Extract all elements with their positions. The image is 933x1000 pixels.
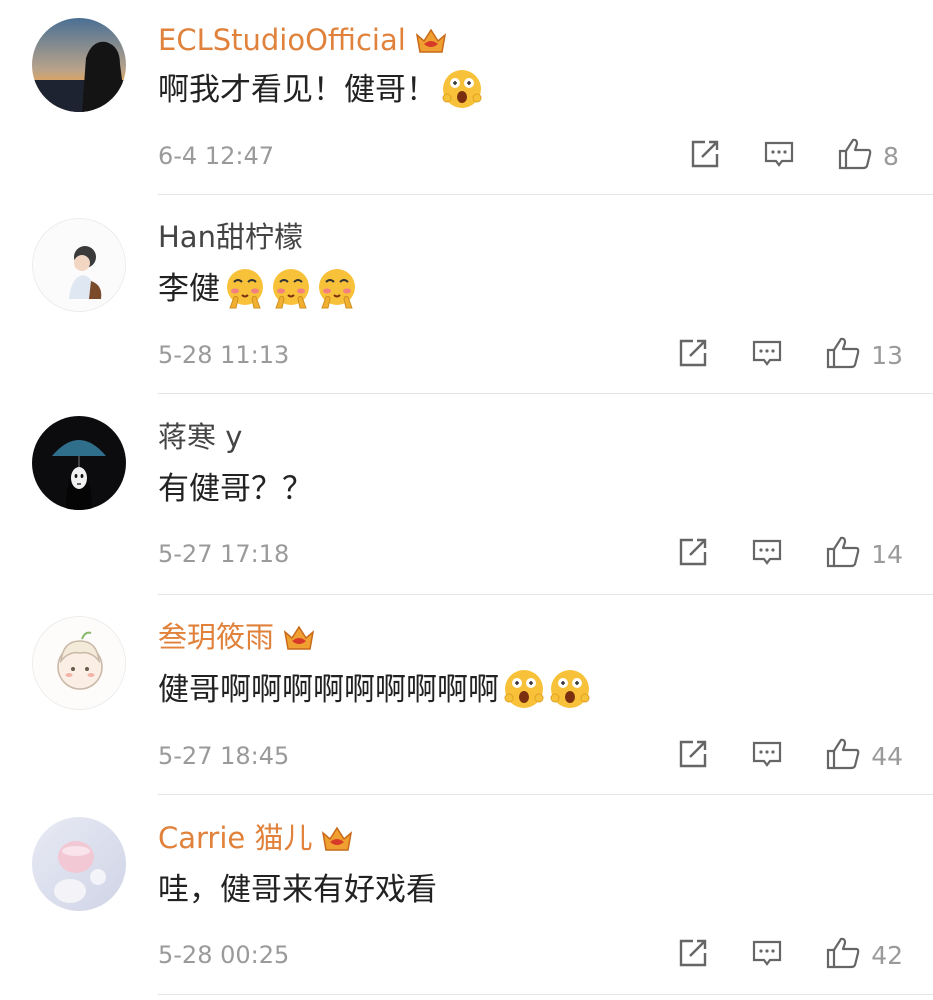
share-icon[interactable] bbox=[677, 337, 709, 373]
comment-actions: 14 bbox=[677, 534, 903, 574]
shy-emoji-icon bbox=[270, 267, 312, 321]
like-icon[interactable] bbox=[837, 137, 873, 175]
comment-content: 有健哥？？ bbox=[158, 467, 313, 511]
like-icon[interactable] bbox=[825, 535, 861, 573]
comment-item: ECLStudioOfficial 啊我才看见！健哥！ 6-4 12:47 8 bbox=[0, 0, 933, 195]
comment-time: 5-27 17:18 bbox=[158, 540, 290, 568]
comment-text: 哇，健哥来有好戏看 bbox=[158, 872, 437, 908]
comment-actions: 44 bbox=[677, 736, 903, 776]
username[interactable]: 叁玥筱雨 bbox=[158, 617, 316, 663]
comment-item: Han甜柠檬 李健 5-28 11:13 13 bbox=[0, 195, 933, 395]
comment-content: 李健 bbox=[158, 267, 358, 321]
like-count: 13 bbox=[871, 340, 903, 370]
comment-text: 有健哥？？ bbox=[158, 471, 313, 507]
username-text[interactable]: Han甜柠檬 bbox=[158, 220, 303, 254]
avatar[interactable] bbox=[32, 817, 126, 911]
comment-item: Carrie 猫儿 哇，健哥来有好戏看 5-28 00:25 42 bbox=[0, 795, 933, 1000]
comment-icon[interactable] bbox=[751, 536, 783, 572]
like-icon[interactable] bbox=[825, 737, 861, 775]
comment-item: 蒋寒 y 有健哥？？ 5-27 17:18 14 bbox=[0, 395, 933, 595]
comment-content: 健哥啊啊啊啊啊啊啊啊啊 bbox=[158, 668, 591, 722]
comment-time: 5-28 00:25 bbox=[158, 941, 290, 969]
share-icon[interactable] bbox=[677, 738, 709, 774]
comment-text: 李健 bbox=[158, 271, 220, 307]
comment-actions: 42 bbox=[677, 935, 903, 975]
like-count: 14 bbox=[871, 539, 903, 569]
comment-icon[interactable] bbox=[751, 738, 783, 774]
username-text[interactable]: ECLStudioOfficial bbox=[158, 23, 406, 57]
divider bbox=[158, 994, 933, 995]
comment-content: 哇，健哥来有好戏看 bbox=[158, 868, 437, 912]
like-count: 42 bbox=[871, 940, 903, 970]
avatar[interactable] bbox=[32, 218, 126, 312]
comment-item: 叁玥筱雨 健哥啊啊啊啊啊啊啊啊啊 5-27 18:45 44 bbox=[0, 595, 933, 795]
comment-icon[interactable] bbox=[751, 337, 783, 373]
comment-icon[interactable] bbox=[763, 138, 795, 174]
vip-crown-icon bbox=[414, 26, 448, 66]
surprised-emoji-icon bbox=[549, 668, 591, 722]
shy-emoji-icon bbox=[316, 267, 358, 321]
shy-emoji-icon bbox=[224, 267, 266, 321]
comment-time: 5-28 11:13 bbox=[158, 341, 290, 369]
comment-time: 5-27 18:45 bbox=[158, 742, 290, 770]
share-icon[interactable] bbox=[677, 536, 709, 572]
share-icon[interactable] bbox=[677, 937, 709, 973]
comment-time: 6-4 12:47 bbox=[158, 142, 274, 170]
vip-crown-icon bbox=[282, 623, 316, 663]
like-icon[interactable] bbox=[825, 336, 861, 374]
vip-crown-icon bbox=[320, 824, 354, 864]
comment-actions: 13 bbox=[677, 335, 903, 375]
comment-content: 啊我才看见！健哥！ bbox=[158, 68, 483, 122]
comment-text: 健哥啊啊啊啊啊啊啊啊啊 bbox=[158, 672, 499, 708]
avatar[interactable] bbox=[32, 416, 126, 510]
username-text[interactable]: 叁玥筱雨 bbox=[158, 620, 274, 654]
username[interactable]: 蒋寒 y bbox=[158, 417, 242, 457]
username-text[interactable]: Carrie 猫儿 bbox=[158, 821, 312, 855]
comment-icon[interactable] bbox=[751, 937, 783, 973]
like-count: 8 bbox=[883, 141, 899, 171]
share-icon[interactable] bbox=[689, 138, 721, 174]
avatar[interactable] bbox=[32, 18, 126, 112]
divider bbox=[158, 393, 933, 394]
comment-text: 啊我才看见！健哥！ bbox=[158, 72, 437, 108]
username[interactable]: Carrie 猫儿 bbox=[158, 818, 354, 864]
like-count: 44 bbox=[871, 741, 903, 771]
comment-actions: 8 bbox=[689, 136, 903, 176]
username[interactable]: ECLStudioOfficial bbox=[158, 20, 448, 66]
surprised-emoji-icon bbox=[503, 668, 545, 722]
like-icon[interactable] bbox=[825, 936, 861, 974]
avatar[interactable] bbox=[32, 616, 126, 710]
username-text[interactable]: 蒋寒 y bbox=[158, 420, 242, 454]
username[interactable]: Han甜柠檬 bbox=[158, 217, 303, 257]
surprised-emoji-icon bbox=[441, 68, 483, 122]
